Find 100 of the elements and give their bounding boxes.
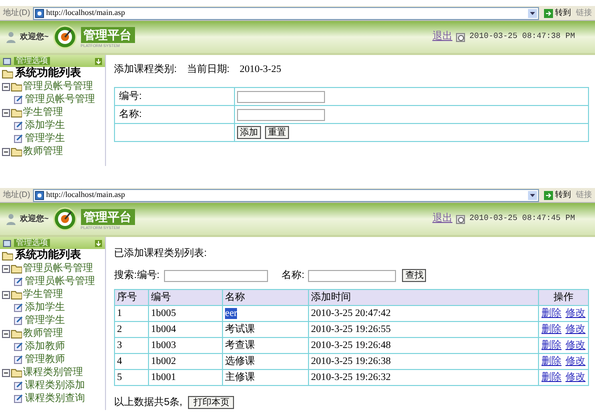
row-action-link[interactable]: 删除 [542, 338, 562, 353]
table-cell: 4 [117, 356, 122, 367]
tree-group[interactable]: 学生管理 [23, 108, 63, 118]
text-input[interactable] [237, 108, 325, 120]
row-action-link[interactable]: 修改 [566, 354, 586, 369]
logo-text: 管理平台 [80, 208, 135, 224]
tree-item[interactable]: 添加学生 [25, 302, 65, 312]
table-cell: 2010-3-25 19:26:48 [311, 340, 391, 351]
arrow-icon [544, 190, 553, 200]
tree-item[interactable]: 课程类别添加 [25, 380, 85, 390]
tree-item[interactable]: 管理学生 [25, 134, 65, 144]
logo-icon [52, 207, 77, 231]
tree-item[interactable]: 课程类别查询 [25, 394, 85, 404]
datetime-text: 2010-03-25 08:47:45 PM [469, 215, 575, 223]
page-icon [35, 8, 44, 18]
row-action-link[interactable]: 删除 [542, 354, 562, 369]
folder-icon [11, 263, 22, 274]
welcome-text: 欢迎您~ [20, 215, 49, 223]
arrow-icon [544, 8, 553, 18]
row-action-link[interactable]: 修改 [566, 322, 586, 337]
row-action-link[interactable]: 删除 [542, 322, 562, 337]
print-button[interactable]: 打印本页 [188, 396, 234, 409]
table-cell: 1b002 [151, 356, 176, 367]
pencil-icon [14, 381, 23, 390]
search-input[interactable] [164, 270, 268, 282]
column-header: 序号 [114, 290, 148, 306]
table-cell: 3 [117, 340, 122, 351]
tree-item[interactable]: 管理员帐号管理 [25, 94, 95, 104]
tree-group[interactable]: 管理员帐号管理 [23, 264, 93, 274]
pencil-icon [14, 121, 23, 130]
search-button[interactable]: 查找 [402, 269, 426, 282]
logout-link[interactable]: 退出 [432, 214, 452, 224]
table-cell: 选修课 [225, 356, 255, 367]
address-label: 地址(D) [3, 9, 30, 17]
collapse-arrow-icon [95, 240, 102, 246]
folder-icon [11, 367, 22, 378]
tree-item[interactable]: 管理教师 [25, 354, 65, 364]
tree-group[interactable]: 学生管理 [23, 290, 63, 300]
sidebar-header-title: 管理选项 [14, 57, 50, 65]
table-cell: 2010-3-25 20:47:42 [311, 308, 391, 319]
tree-title: 系统功能列表 [15, 250, 81, 261]
tree-group[interactable]: 教师管理 [23, 328, 63, 338]
folder-icon [11, 146, 22, 157]
search-input[interactable] [308, 270, 396, 282]
address-field[interactable]: http://localhost/main.asp [33, 188, 539, 202]
table-cell: 主修课 [225, 372, 255, 383]
pencil-icon [14, 303, 23, 312]
table-cell: 1b005 [151, 308, 176, 319]
search-label: 搜索:编号: [114, 268, 160, 283]
tree-group[interactable]: 管理员帐号管理 [23, 82, 93, 92]
user-icon [6, 213, 16, 225]
address-label: 地址(D) [3, 191, 30, 199]
row-action-link[interactable]: 删除 [542, 306, 562, 321]
tree-title: 系统功能列表 [15, 68, 81, 79]
tree-group[interactable]: 教师管理 [23, 146, 63, 156]
tree-group[interactable]: 课程类别管理 [23, 368, 83, 378]
tree-item[interactable]: 添加学生 [25, 120, 65, 130]
tree-item[interactable]: 添加教师 [25, 342, 65, 352]
list-title: 已添加课程类别列表: [114, 249, 208, 259]
form-label: 编号: [114, 88, 234, 106]
go-button[interactable]: 转到 [542, 8, 573, 18]
form-button[interactable]: 重置 [265, 126, 289, 139]
row-action-link[interactable]: 修改 [566, 338, 586, 353]
logo-text: 管理平台 [80, 26, 135, 42]
table-cell: 1b004 [151, 324, 176, 335]
pencil-icon [14, 277, 23, 286]
window-icon [3, 58, 11, 64]
table-cell: 5 [117, 372, 122, 383]
pencil-icon [14, 95, 23, 104]
column-header: 编号 [148, 290, 222, 306]
tree-item[interactable]: 管理学生 [25, 316, 65, 326]
address-field[interactable]: http://localhost/main.asp [33, 6, 539, 20]
pencil-icon [14, 134, 23, 143]
pencil-icon [14, 394, 23, 403]
dropdown-icon [528, 8, 537, 18]
date-label: 当前日期: [186, 62, 230, 76]
table-cell: eer [225, 308, 238, 319]
text-input[interactable] [237, 90, 325, 102]
folder-icon [11, 328, 22, 339]
row-action-link[interactable]: 修改 [566, 370, 586, 385]
sidebar-header-title: 管理选项 [14, 239, 50, 247]
table-cell: 1b003 [151, 340, 176, 351]
pencil-icon [14, 355, 23, 364]
row-action-link[interactable]: 删除 [542, 370, 562, 385]
row-action-link[interactable]: 修改 [566, 306, 586, 321]
go-button[interactable]: 转到 [542, 190, 573, 200]
table-cell: 2010-3-25 19:26:32 [311, 372, 391, 383]
logout-link[interactable]: 退出 [432, 32, 452, 42]
folder-icon [11, 289, 22, 300]
welcome-text: 欢迎您~ [20, 33, 49, 41]
table-cell: 2010-3-25 19:26:55 [311, 324, 391, 335]
form-label: 名称: [114, 106, 234, 124]
form-title: 添加课程类别: [114, 62, 177, 76]
column-header: 名称 [222, 290, 308, 306]
date-text: 2010-3-25 [240, 62, 282, 76]
tree-item[interactable]: 管理员帐号管理 [25, 276, 95, 286]
form-button[interactable]: 添加 [237, 126, 261, 139]
folder-icon [11, 107, 22, 118]
window-icon [3, 240, 11, 246]
table-cell: 1 [117, 308, 122, 319]
